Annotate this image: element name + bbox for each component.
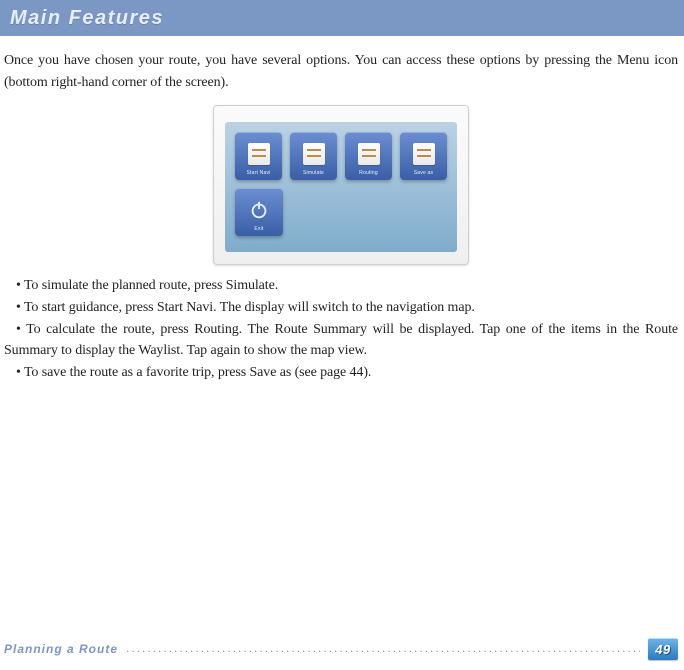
tile-label: Simulate <box>290 170 337 176</box>
tile-label: Save as <box>400 170 447 176</box>
tile-routing[interactable]: Routing <box>345 132 392 180</box>
dot-leader <box>126 644 640 654</box>
power-icon <box>248 199 270 221</box>
tile-label: Exit <box>235 226 283 232</box>
tile-exit[interactable]: Exit <box>235 188 283 236</box>
device-frame: Start Navi Simulate Routing Save as <box>213 105 469 265</box>
title-bar: Main Features <box>0 0 684 36</box>
tile-label: Routing <box>345 170 392 176</box>
page-number-badge: 49 <box>648 638 678 660</box>
document-icon <box>303 143 325 165</box>
document-page: Main Features Once you have chosen your … <box>0 0 684 670</box>
device-screen: Start Navi Simulate Routing Save as <box>225 122 457 252</box>
footer-section-label: Planning a Route <box>4 642 118 656</box>
tile-row-1: Start Navi Simulate Routing Save as <box>235 132 447 180</box>
document-icon <box>248 143 270 165</box>
bullet-item: • To calculate the route, press Routing.… <box>4 319 678 362</box>
intro-paragraph: Once you have chosen your route, you hav… <box>4 50 678 93</box>
page-number: 49 <box>655 642 670 657</box>
tile-row-2: Exit <box>235 188 447 236</box>
tile-label: Start Navi <box>235 170 282 176</box>
tile-start-navi[interactable]: Start Navi <box>235 132 282 180</box>
bullet-item: • To start guidance, press Start Navi. T… <box>4 297 678 319</box>
bullet-item: • To simulate the planned route, press S… <box>4 275 678 297</box>
content-area: Once you have chosen your route, you hav… <box>0 36 684 384</box>
page-footer: Planning a Route 49 <box>4 638 678 660</box>
bullet-list: • To simulate the planned route, press S… <box>4 275 678 383</box>
screenshot-wrap: Start Navi Simulate Routing Save as <box>4 105 678 265</box>
tile-simulate[interactable]: Simulate <box>290 132 337 180</box>
tile-save-as[interactable]: Save as <box>400 132 447 180</box>
document-icon <box>413 143 435 165</box>
document-icon <box>358 143 380 165</box>
page-title: Main Features <box>10 7 164 30</box>
bullet-item: • To save the route as a favorite trip, … <box>4 362 678 384</box>
